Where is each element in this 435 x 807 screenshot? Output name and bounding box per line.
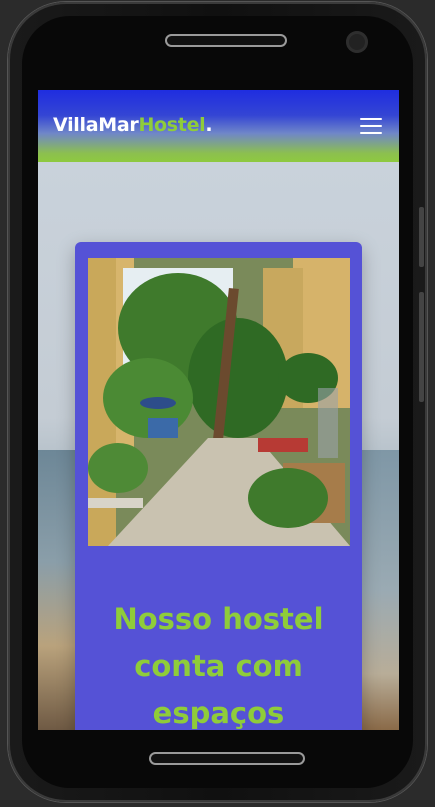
screen: VillaMarHostel. Nosso hostel conta com e… <box>38 90 399 730</box>
phone-frame: VillaMarHostel. Nosso hostel conta com e… <box>8 2 427 802</box>
front-camera <box>346 31 368 53</box>
hero-title-line1: Nosso hostel <box>113 602 324 636</box>
logo-villamar: VillaMar <box>53 114 139 136</box>
logo-hostel: Hostel <box>138 114 206 136</box>
volume-button <box>419 207 424 267</box>
hero-title-line2: conta com <box>134 649 303 683</box>
navbar: VillaMarHostel. <box>38 90 399 162</box>
hostel-courtyard-photo <box>88 258 350 546</box>
logo-dot: . <box>205 114 213 136</box>
site-logo[interactable]: VillaMarHostel. <box>53 114 213 136</box>
background-sea-left <box>38 450 78 730</box>
hero-title: Nosso hostel conta com espaços <box>75 596 362 730</box>
speaker-grille <box>165 34 287 47</box>
background-sea-right <box>359 450 399 730</box>
home-bar <box>149 752 305 765</box>
hero-title-line3: espaços <box>152 696 285 730</box>
hamburger-menu-icon[interactable] <box>360 118 382 134</box>
power-button <box>419 292 424 402</box>
hero-card: Nosso hostel conta com espaços <box>75 242 362 730</box>
